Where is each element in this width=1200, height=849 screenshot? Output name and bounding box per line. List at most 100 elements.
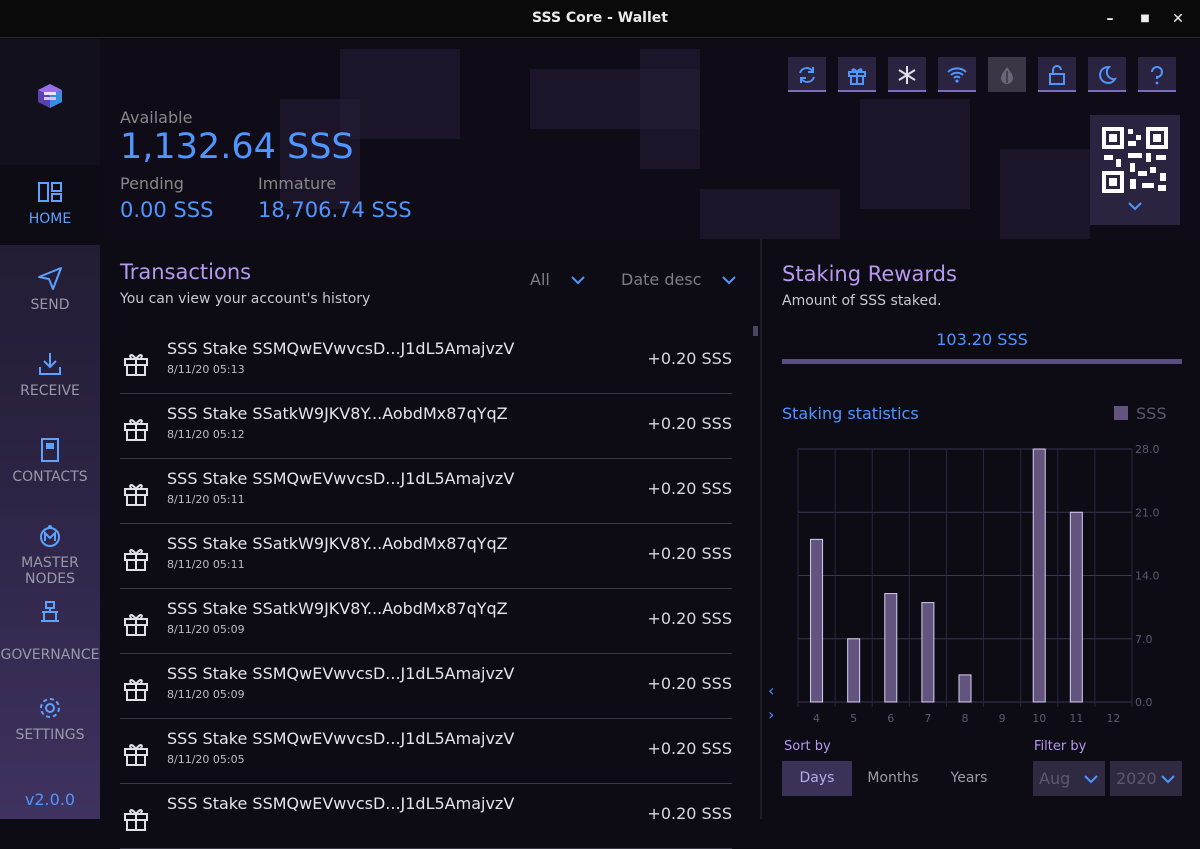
gift-icon [124,614,148,636]
transaction-name: SSS Stake SSatkW9JKV8Y...AobdMx87qYqZ [167,404,508,423]
immature-label: Immature [258,174,337,193]
gear-icon [40,698,60,718]
logo [0,39,100,165]
chart-bar [958,674,972,703]
x-tick-label: 8 [962,712,969,725]
transaction-date: 8/11/20 05:11 [167,493,245,506]
unlock-icon [1049,65,1065,85]
transaction-date: 8/11/20 05:11 [167,558,245,571]
download-icon [39,353,61,375]
transaction-row[interactable]: SSS Stake SSMQwEVwvcsD...J1dL5AmajvzV 8/1… [120,459,732,524]
pending-label: Pending [120,174,184,193]
sidebar-item-label: SETTINGS [15,727,85,743]
sidebar-item-home[interactable]: HOME [0,165,100,245]
title-bar: SSS Core - Wallet – ■ ✕ [0,0,1200,38]
help-button[interactable] [1138,57,1176,92]
theme-button[interactable] [1088,57,1126,92]
help-icon [1151,66,1163,85]
transaction-row[interactable]: SSS Stake SSatkW9JKV8Y...AobdMx87qYqZ 8/1… [120,394,732,459]
sidebar-item-settings[interactable]: SETTINGS [0,681,100,761]
transaction-date: 8/11/20 05:05 [167,753,245,766]
sort-dropdown[interactable]: Date desc [621,270,741,289]
pending-balance: 0.00 SSS [120,198,214,222]
y-tick-label: 14.0 [1135,570,1160,583]
staking-statistics-title: Staking statistics [782,404,919,423]
sidebar-item-label: SEND [30,297,70,313]
scrollbar[interactable] [753,326,758,336]
sidebar-item-label: CONTACTS [12,469,88,485]
chart-next-arrow[interactable]: › [768,705,774,724]
chart-bar [1032,448,1046,703]
sidebar-item-contacts[interactable]: CONTACTS [0,423,100,503]
x-tick-label: 4 [813,712,820,725]
chart-bar [884,593,898,703]
transaction-amount: +0.20 SSS [647,479,732,498]
transaction-amount: +0.20 SSS [647,609,732,628]
maximize-button[interactable]: ■ [1135,8,1155,30]
chart-bar [810,538,824,703]
chart-bar [1069,511,1083,703]
sidebar-item-send[interactable]: SEND [0,251,100,331]
connection-button[interactable] [938,57,976,92]
staking-title: Staking Rewards [782,262,957,286]
sync-button[interactable] [788,57,826,92]
transaction-row[interactable]: SSS Stake SSatkW9JKV8Y...AobdMx87qYqZ 8/1… [120,589,732,654]
chevron-down-icon [1128,202,1142,211]
year-value: 2020 [1116,769,1157,788]
sss-logo-icon [38,84,62,108]
transaction-list: SSS Stake SSMQwEVwvcsD...J1dL5AmajvzV 8/1… [120,329,732,849]
moon-icon [1099,65,1117,84]
governance-icon [41,601,59,622]
chart-prev-arrow[interactable]: ‹ [768,681,774,700]
minimize-button[interactable]: – [1100,8,1120,30]
gift-icon [124,484,148,506]
year-select[interactable]: 2020 [1110,761,1182,796]
transaction-name: SSS Stake SSMQwEVwvcsD...J1dL5AmajvzV [167,469,515,488]
chevron-down-icon [1084,775,1098,784]
transaction-amount: +0.20 SSS [647,739,732,758]
transactions-subtitle: You can view your account's history [120,291,371,307]
sidebar-item-label: RECEIVE [20,383,80,399]
rewards-button[interactable] [838,57,876,92]
cold-staking-button[interactable] [888,57,926,92]
y-tick-label: 0.0 [1135,696,1153,709]
sidebar-item-label: MASTER NODES [21,555,79,587]
sidebar: HOME SEND RECEIVE CONTACTS MASTER NODES … [0,39,100,819]
staked-progress-bar [782,359,1182,364]
transaction-name: SSS Stake SSatkW9JKV8Y...AobdMx87qYqZ [167,599,508,618]
legend-label: SSS [1136,404,1167,423]
sidebar-item-governance[interactable]: GOVERNANCE [0,595,100,675]
gift-icon [124,549,148,571]
qr-code-button[interactable] [1090,115,1180,225]
sidebar-item-receive[interactable]: RECEIVE [0,337,100,417]
close-button[interactable]: ✕ [1168,8,1188,30]
tor-button[interactable] [988,57,1026,92]
available-balance: 1,132.64 SSS [120,127,354,167]
sort-days-button[interactable]: Days [782,761,852,796]
y-tick-label: 7.0 [1135,633,1153,646]
available-label: Available [120,108,193,127]
transaction-name: SSS Stake SSMQwEVwvcsD...J1dL5AmajvzV [167,794,515,813]
transaction-row[interactable]: SSS Stake SSatkW9JKV8Y...AobdMx87qYqZ 8/1… [120,524,732,589]
transaction-row[interactable]: SSS Stake SSMQwEVwvcsD...J1dL5AmajvzV 8/1… [120,654,732,719]
filter-by-label: Filter by [1034,739,1087,754]
x-tick-label: 11 [1069,712,1083,725]
transaction-row[interactable]: SSS Stake SSMQwEVwvcsD...J1dL5AmajvzV 8/1… [120,329,732,394]
wifi-icon [947,67,967,83]
transaction-date: 8/11/20 05:13 [167,363,245,376]
transaction-name: SSS Stake SSMQwEVwvcsD...J1dL5AmajvzV [167,339,515,358]
sidebar-item-master-nodes[interactable]: MASTER NODES [0,509,100,589]
home-icon [38,182,62,202]
sort-value: Date desc [621,270,702,289]
transactions-panel: Transactions You can view your account's… [100,239,760,849]
chart-bar [921,602,935,703]
month-select[interactable]: Aug [1033,761,1105,796]
staked-amount: 103.20 SSS [936,330,1028,349]
transaction-row[interactable]: SSS Stake SSMQwEVwvcsD...J1dL5AmajvzV +0.… [120,784,732,849]
type-filter-dropdown[interactable]: All [530,270,590,289]
sort-months-button[interactable]: Months [858,761,928,796]
lock-button[interactable] [1038,57,1076,92]
gift-icon [124,354,148,376]
sort-years-button[interactable]: Years [934,761,1004,796]
transaction-row[interactable]: SSS Stake SSMQwEVwvcsD...J1dL5AmajvzV 8/1… [120,719,732,784]
